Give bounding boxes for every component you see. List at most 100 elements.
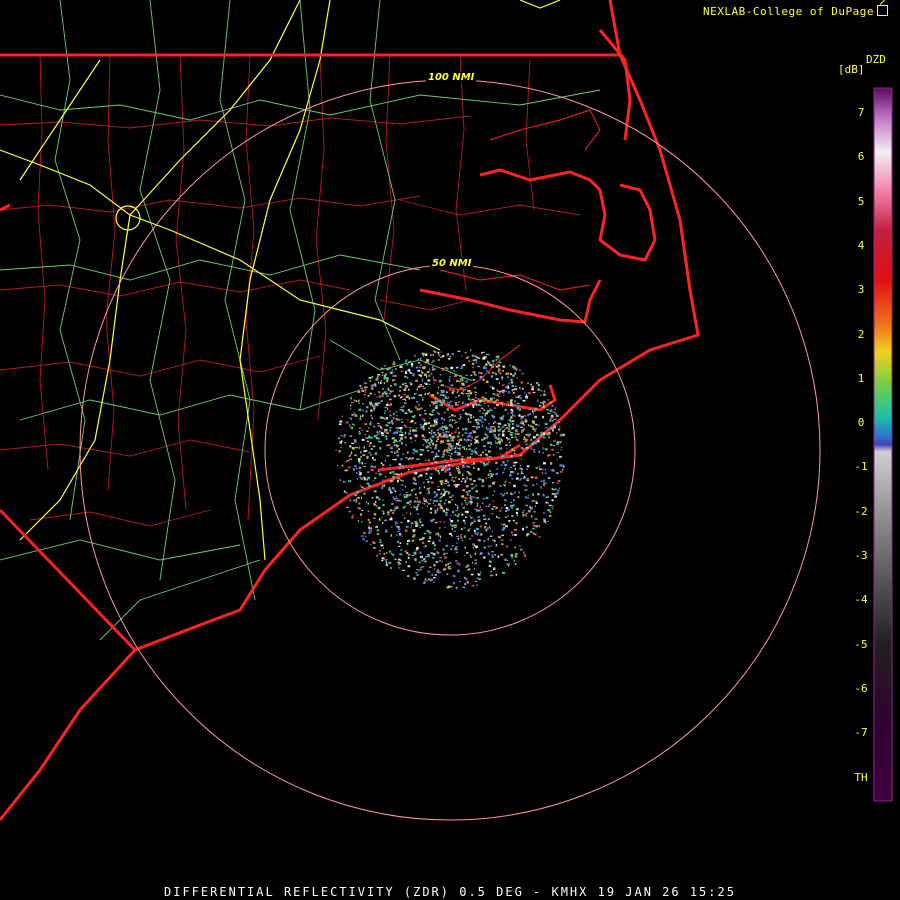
radar-echo <box>478 423 480 425</box>
radar-echo <box>392 412 395 415</box>
radar-echo <box>457 439 459 441</box>
radar-echo <box>443 412 446 414</box>
radar-echo <box>511 420 515 422</box>
radar-echo <box>424 382 426 385</box>
radar-echo <box>462 428 464 431</box>
radar-echo <box>525 440 527 442</box>
radar-echo <box>552 454 555 456</box>
radar-echo <box>416 427 418 429</box>
radar-echo <box>406 551 409 555</box>
radar-echo <box>358 502 361 505</box>
radar-echo <box>380 432 384 435</box>
radar-echo <box>442 429 445 431</box>
radar-echo <box>396 473 398 475</box>
radar-echo <box>458 563 461 566</box>
radar-echo <box>468 466 471 468</box>
radar-echo <box>392 470 395 473</box>
radar-echo <box>349 417 352 419</box>
radar-echo <box>559 464 563 467</box>
radar-echo <box>514 546 516 549</box>
radar-echo <box>431 432 433 435</box>
sound-shoreline <box>439 109 601 391</box>
radar-echo <box>373 542 376 544</box>
radar-echo <box>389 429 392 432</box>
radar-echo <box>425 459 427 462</box>
radar-echo <box>384 519 387 522</box>
radar-echo <box>440 496 443 498</box>
radar-echo <box>426 375 428 379</box>
radar-echo <box>426 488 430 490</box>
radar-echo <box>432 402 435 404</box>
radar-echo <box>466 552 469 554</box>
radar-echo <box>476 577 479 580</box>
radar-echo <box>495 461 498 464</box>
radar-echo <box>399 553 403 556</box>
radar-echo <box>422 428 425 431</box>
radar-echo <box>462 409 465 411</box>
radar-echo <box>363 487 366 489</box>
radar-echo <box>404 517 406 519</box>
radar-echo <box>527 510 531 513</box>
radar-echo <box>467 502 470 504</box>
radar-echo <box>479 416 483 418</box>
radar-echo <box>434 406 438 409</box>
radar-echo <box>405 370 408 372</box>
radar-echo <box>432 500 436 502</box>
radar-echo <box>513 450 516 452</box>
radar-echo <box>414 406 417 409</box>
nexlab-credit[interactable]: NEXLAB-College of DuPage <box>703 5 888 18</box>
radar-echo <box>521 448 525 450</box>
radar-echo <box>456 535 460 537</box>
radar-echo <box>505 427 508 429</box>
radar-echo <box>538 465 540 468</box>
radar-echo <box>452 575 456 577</box>
radar-echo <box>357 496 360 499</box>
radar-echo <box>540 486 542 489</box>
radar-echo <box>387 387 389 391</box>
radar-echo <box>395 499 399 502</box>
radar-echo <box>544 468 546 471</box>
radar-echo <box>378 391 381 394</box>
radar-echo <box>378 396 381 398</box>
radar-echo <box>454 524 457 527</box>
radar-echo <box>407 519 410 523</box>
interstate-lines <box>0 0 561 561</box>
radar-echo <box>400 437 403 440</box>
credit-text[interactable]: NEXLAB-College of DuPage <box>703 5 874 18</box>
radar-echo <box>447 401 449 404</box>
radar-echo <box>340 446 342 449</box>
radar-echo <box>397 473 400 476</box>
radar-echo <box>431 361 433 363</box>
radar-echo <box>455 485 458 488</box>
radar-echo <box>468 395 470 397</box>
radar-echo <box>361 438 365 441</box>
radar-echo <box>397 530 401 533</box>
radar-echo <box>541 432 543 435</box>
radar-echo <box>477 403 481 406</box>
radar-echo <box>495 544 498 547</box>
radar-echo <box>385 531 388 533</box>
radar-echo <box>445 511 448 514</box>
radar-echo <box>540 480 543 483</box>
radar-echo <box>438 572 441 574</box>
radar-echo <box>429 413 432 416</box>
radar-echo <box>463 535 466 538</box>
radar-echo <box>382 522 384 524</box>
radar-echo <box>409 437 412 440</box>
radar-echo <box>451 405 454 407</box>
radar-echo <box>507 412 509 415</box>
radar-echo <box>389 479 393 481</box>
radar-echo <box>511 514 514 518</box>
radar-echo <box>407 451 409 454</box>
radar-echo <box>411 466 414 469</box>
radar-echo <box>426 444 428 447</box>
radar-echo <box>397 540 399 543</box>
radar-echo <box>451 534 453 537</box>
radar-echo <box>390 516 392 519</box>
radar-map[interactable] <box>0 0 900 900</box>
radar-echo <box>338 423 342 425</box>
radar-echo <box>503 394 505 396</box>
radar-echo <box>540 401 543 404</box>
radar-echo <box>515 424 519 427</box>
external-link-icon[interactable] <box>877 5 888 16</box>
